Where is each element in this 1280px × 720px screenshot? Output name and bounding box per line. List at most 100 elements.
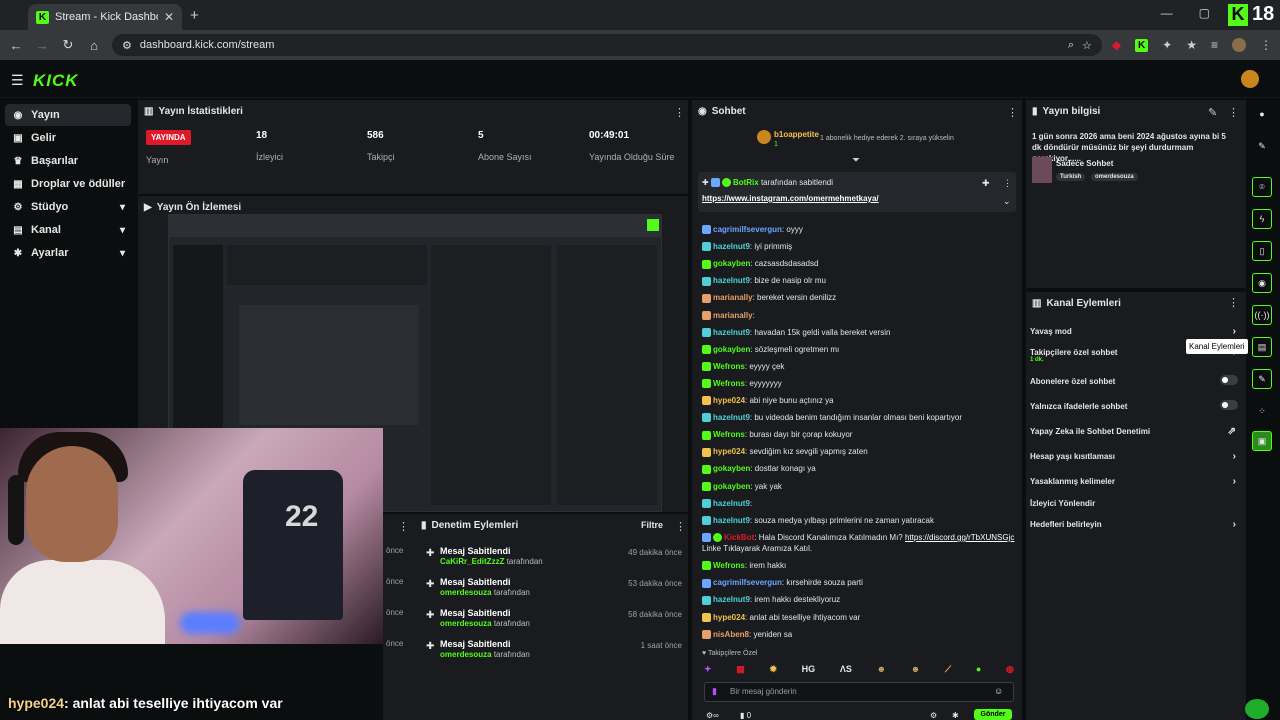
- more-options-icon[interactable]: ⋮: [675, 520, 686, 533]
- chat-username[interactable]: hazelnut9: [713, 276, 750, 285]
- chat-message[interactable]: hazelnut9: irem hakkı destekliyoruz: [702, 594, 1016, 605]
- browser-menu-icon[interactable]: ⋮: [1260, 38, 1272, 52]
- chat-message[interactable]: cagrimilfsevergun: kırsehirde souza part…: [702, 577, 1016, 588]
- lightning-rail-icon[interactable]: ϟ: [1252, 209, 1272, 229]
- edit-icon[interactable]: ✎: [1208, 106, 1217, 119]
- chat-message[interactable]: Wefrons: eyyyy çek: [702, 361, 1016, 372]
- chat-message[interactable]: hazelnut9:: [702, 498, 1016, 509]
- emote-icon[interactable]: ●: [976, 664, 981, 674]
- tag[interactable]: Turkish: [1056, 173, 1086, 181]
- chat-username[interactable]: gokayben: [713, 259, 750, 268]
- chat-message[interactable]: nisAben8: yeniden sa: [702, 629, 1016, 640]
- more-options-icon[interactable]: ⋮: [1228, 296, 1239, 309]
- chat-message[interactable]: gokayben: cazsasdsdasadsd: [702, 258, 1016, 269]
- chat-username[interactable]: hazelnut9: [713, 328, 750, 337]
- more-options-icon[interactable]: ⋮: [1007, 106, 1018, 119]
- channel-action-ai-moderation[interactable]: Yapay Zeka ile Sohbet Denetimi ⇗: [1030, 426, 1242, 437]
- send-button[interactable]: Gönder: [974, 709, 1012, 720]
- new-tab-icon[interactable]: +: [190, 7, 199, 24]
- chat-username[interactable]: Wefrons: [713, 379, 745, 388]
- moderation-item[interactable]: ✚ Mesaj Sabitlendi omerdesouza tarafından 5…: [424, 577, 688, 607]
- chat-username[interactable]: Wefrons: [713, 430, 745, 439]
- chat-message[interactable]: marianally:: [702, 310, 1016, 321]
- chat-username[interactable]: hype024: [713, 613, 745, 622]
- emote-icon[interactable]: ◍: [1006, 664, 1014, 675]
- tag[interactable]: omerdesouza: [1091, 173, 1138, 181]
- chat-message[interactable]: marianally: bereket versin denilizz: [702, 292, 1016, 303]
- chat-message[interactable]: gokayben: sözleşmeli ogretmen mı: [702, 344, 1016, 355]
- emoji-icon[interactable]: ☺: [994, 686, 1003, 696]
- favorites-icon[interactable]: ★: [1186, 38, 1197, 52]
- more-options-icon[interactable]: ⋮: [398, 520, 409, 533]
- channel-actions-rail-icon[interactable]: ▤: [1252, 337, 1272, 357]
- chat-username[interactable]: Wefrons: [713, 561, 745, 570]
- chat-username[interactable]: hype024: [713, 447, 745, 456]
- broadcast-rail-icon[interactable]: ((·)): [1252, 305, 1272, 325]
- document-rail-icon[interactable]: ▯: [1252, 241, 1272, 261]
- channel-action-emote-only[interactable]: Yalnızca ifadelerle sohbet: [1030, 400, 1242, 411]
- emote-icon[interactable]: ☻: [877, 664, 886, 674]
- chat-message[interactable]: hazelnut9: bize de nasip olr mu: [702, 275, 1016, 286]
- wrench-rail-icon[interactable]: ✎: [1252, 369, 1272, 389]
- sidebar-item-gelir[interactable]: ▣ Gelir: [5, 127, 131, 149]
- chat-rail-icon[interactable]: ◉: [1252, 273, 1272, 293]
- chat-username[interactable]: gokayben: [713, 345, 750, 354]
- sidebar-item-studyo[interactable]: ⚙ Stüdyo ▾: [5, 196, 131, 218]
- emote-icon[interactable]: ✦: [704, 664, 712, 675]
- channel-action-host[interactable]: İzleyici Yönlendir: [1030, 499, 1242, 508]
- moderation-item[interactable]: ✚ Mesaj Sabitlendi CaKiRr_EditZzzZ tarafın…: [424, 546, 688, 576]
- chat-settings-icon[interactable]: ✱: [952, 711, 959, 720]
- gifter-name[interactable]: b1oappetite: [774, 130, 819, 139]
- moderation-item[interactable]: ✚ Mesaj Sabitlendi omerdesouza tarafından 1…: [424, 639, 688, 669]
- emote-as[interactable]: ΛS: [840, 664, 852, 674]
- browser-tab[interactable]: K Stream - Kick Dashboard ✕: [28, 4, 182, 30]
- chat-message[interactable]: gokayben: yak yak: [702, 481, 1016, 492]
- chat-username[interactable]: hazelnut9: [713, 242, 750, 251]
- home-icon[interactable]: ⌂: [86, 38, 102, 53]
- reload-icon[interactable]: ↻: [60, 37, 76, 53]
- moderation-item[interactable]: ✚ Mesaj Sabitlendi omerdesouza tarafından 5…: [424, 608, 688, 638]
- camera-rail-icon[interactable]: ⌾: [1252, 177, 1272, 197]
- mic-icon[interactable]: ▮: [712, 686, 717, 697]
- edit-rail-icon[interactable]: ✎: [1252, 136, 1272, 156]
- site-info-icon[interactable]: ⚙: [122, 39, 132, 52]
- more-options-icon[interactable]: ⋮: [674, 106, 685, 119]
- chat-message[interactable]: hazelnut9: iyi primmiş: [702, 241, 1016, 252]
- gear-icon[interactable]: ⚙: [930, 711, 937, 720]
- reading-list-icon[interactable]: ≡: [1211, 38, 1218, 52]
- chat-message[interactable]: hazelnut9: souza medya yılbaşı primlerin…: [702, 515, 1016, 526]
- chat-message[interactable]: Wefrons: eyyyyyyy: [702, 378, 1016, 389]
- bookmark-star-icon[interactable]: ☆: [1082, 39, 1092, 52]
- settings-icon[interactable]: ⚙∞: [706, 711, 719, 720]
- chat-username[interactable]: hype024: [713, 396, 745, 405]
- chat-username[interactable]: Wefrons: [713, 362, 745, 371]
- user-avatar[interactable]: [1241, 70, 1259, 88]
- chat-username[interactable]: nisAben8: [713, 630, 749, 639]
- category-thumbnail[interactable]: [1032, 157, 1052, 183]
- channel-action-slow-mode[interactable]: Yavaş mod ›: [1030, 326, 1242, 337]
- chat-message[interactable]: gokayben: dostlar konagı ya: [702, 463, 1016, 474]
- chat-message[interactable]: hazelnut9: havadan 15k geldi valla berek…: [702, 327, 1016, 338]
- unpin-icon[interactable]: ✚: [982, 178, 990, 189]
- chat-username[interactable]: marianally: [713, 293, 753, 302]
- chat-message[interactable]: Wefrons: irem hakkı: [702, 560, 1016, 571]
- channel-action-banned-words[interactable]: Yasaklanmış kelimeler ›: [1030, 476, 1242, 487]
- chat-username[interactable]: cagrimilfsevergun: [713, 578, 782, 587]
- extensions-puzzle-icon[interactable]: ✦: [1162, 38, 1172, 52]
- pinned-link[interactable]: https://www.instagram.com/omermehmetkaya…: [702, 194, 879, 203]
- category-name[interactable]: Sadece Sohbet: [1056, 159, 1113, 168]
- profile-avatar[interactable]: [1232, 38, 1246, 52]
- chat-message[interactable]: hype024: anlat abi teselliye ihtiyacom v…: [702, 612, 1016, 623]
- chat-message[interactable]: hype024: sevdiğim kız sevgili yapmış zat…: [702, 446, 1016, 457]
- kick-logo[interactable]: KICK: [33, 71, 79, 91]
- chat-username[interactable]: hazelnut9: [713, 499, 750, 508]
- filter-button[interactable]: Filtre: [641, 520, 663, 530]
- chat-message[interactable]: hazelnut9: bu videoda benim tandığım ins…: [702, 412, 1016, 423]
- sidebar-item-yayin[interactable]: ◉ Yayın: [5, 104, 131, 126]
- extension-red-icon[interactable]: ◆: [1112, 38, 1121, 52]
- chat-message[interactable]: Wefrons: burası dayı bir çorap kokuyor: [702, 429, 1016, 440]
- forward-icon[interactable]: →: [34, 38, 50, 53]
- sidebar-item-basarilar[interactable]: ♛ Başarılar: [5, 150, 131, 172]
- chat-username[interactable]: gokayben: [713, 482, 750, 491]
- address-bar[interactable]: ⚙ dashboard.kick.com/stream ⌕ ☆: [112, 34, 1102, 56]
